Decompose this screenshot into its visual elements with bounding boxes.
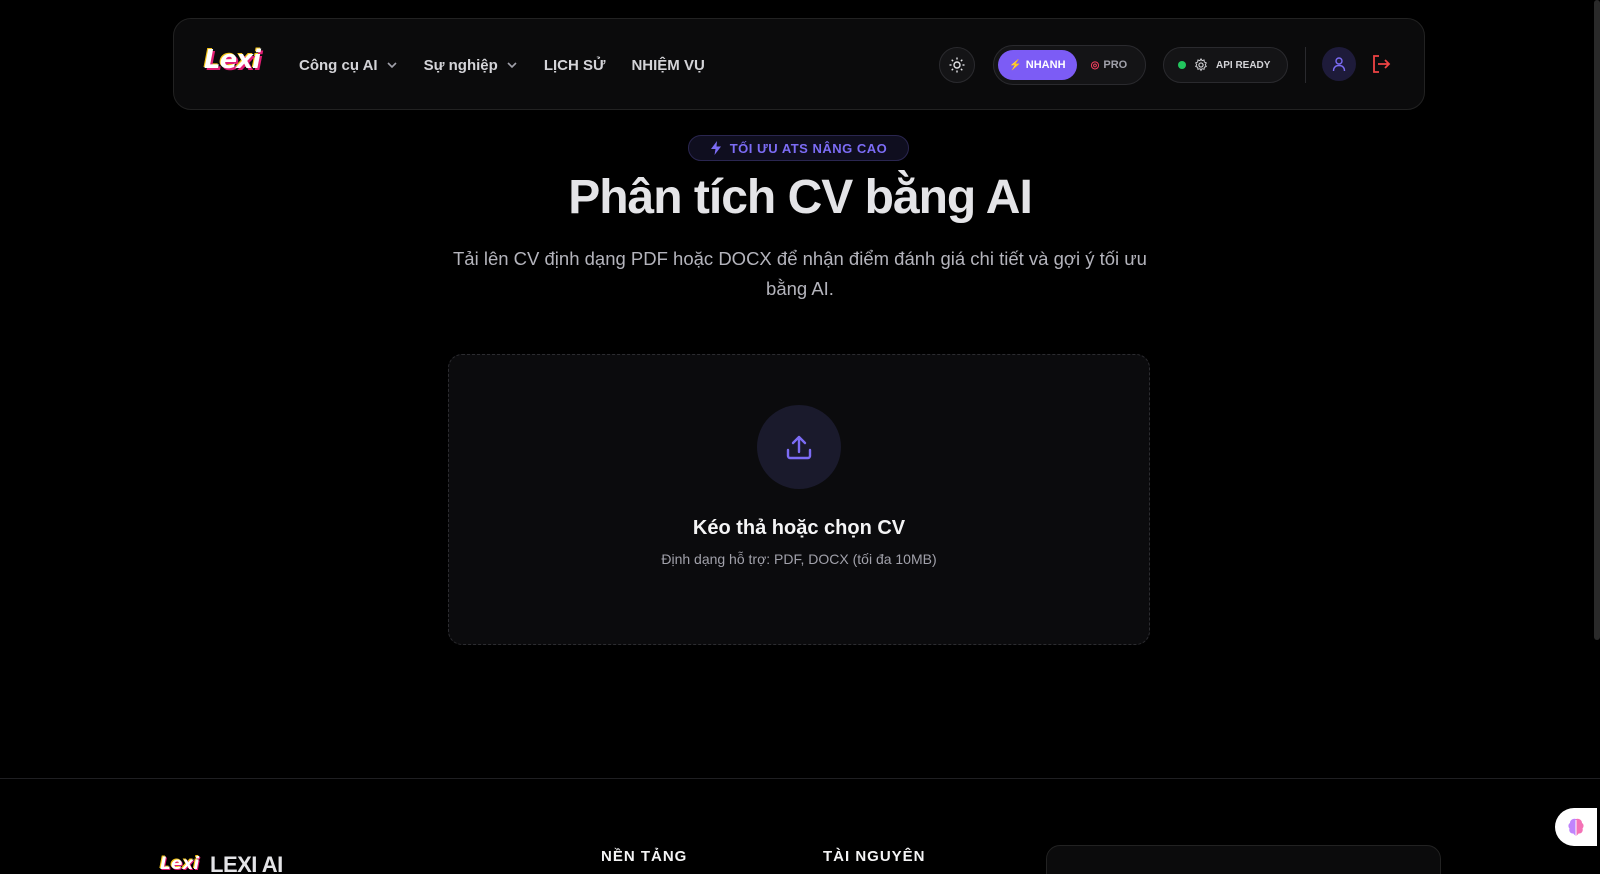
- ats-badge: TỐI ƯU ATS NÂNG CAO: [688, 135, 909, 161]
- page-title: Phân tích CV bằng AI: [568, 171, 1033, 224]
- ats-badge-label: TỐI ƯU ATS NÂNG CAO: [729, 140, 888, 156]
- status-dot: [1178, 61, 1186, 69]
- nav-career-label: Sự nghiệp: [423, 56, 498, 74]
- nav-divider: [1305, 47, 1306, 83]
- chevron-down-icon: [507, 62, 517, 69]
- footer-heading-resources: TÀI NGUYÊN: [823, 848, 926, 865]
- mode-toggle: ⚡ NHANH ◎ PRO: [993, 45, 1146, 85]
- user-profile-button[interactable]: [1322, 47, 1356, 81]
- upload-icon-wrapper: [757, 405, 841, 489]
- page-subtitle: Tải lên CV định dạng PDF hoặc DOCX để nh…: [453, 248, 1147, 299]
- footer-heading-platform: NỀN TẢNG: [601, 848, 688, 865]
- nav-ai-tools[interactable]: Công cụ AI: [299, 57, 398, 74]
- lightning-icon: [710, 141, 721, 155]
- chevron-down-icon: [387, 62, 397, 69]
- footer-divider: [0, 778, 1600, 779]
- target-icon: ◎: [1090, 59, 1100, 71]
- logout-icon[interactable]: [1370, 53, 1392, 75]
- cv-upload-dropzone[interactable]: Kéo thả hoặc chọn CV Định dạng hỗ trợ: P…: [448, 354, 1150, 645]
- api-status-button[interactable]: API READY: [1163, 47, 1288, 83]
- nav-history[interactable]: LỊCH SỬ: [544, 57, 606, 74]
- nav-ai-tools-label: Công cụ AI: [299, 56, 378, 74]
- dropzone-hint: Định dạng hỗ trợ: PDF, DOCX (tối đa 10MB…: [661, 551, 937, 567]
- footer-brand-name: LEXI AI: [210, 852, 283, 874]
- user-icon: [1332, 57, 1346, 72]
- lexi-logo[interactable]: Lexi: [204, 45, 261, 83]
- nav-career[interactable]: Sự nghiệp: [424, 57, 518, 74]
- lightning-icon: ⚡: [1009, 59, 1022, 71]
- mode-fast-button[interactable]: ⚡ NHANH: [998, 50, 1077, 80]
- sun-icon: [949, 57, 965, 73]
- gear-icon: [1195, 58, 1207, 72]
- nav-history-label: LỊCH SỬ: [543, 56, 606, 74]
- theme-toggle-button[interactable]: [939, 47, 975, 83]
- api-status-label: API READY: [1216, 59, 1271, 71]
- nav-links: Công cụ AI Sự nghiệp LỊCH SỬ NHIỆM VỤ: [299, 19, 705, 111]
- page-scrollbar[interactable]: [1594, 0, 1600, 640]
- mode-pro-label: PRO: [1103, 59, 1128, 71]
- mode-pro-button[interactable]: ◎ PRO: [1077, 50, 1141, 80]
- mode-fast-label: NHANH: [1025, 59, 1066, 71]
- footer-card: [1046, 845, 1441, 874]
- nav-missions[interactable]: NHIỆM VỤ: [631, 57, 704, 74]
- brain-icon: [1568, 818, 1584, 836]
- nav-missions-label: NHIỆM VỤ: [631, 56, 705, 74]
- footer-logo[interactable]: Lexi: [160, 854, 199, 874]
- ai-assistant-button[interactable]: [1555, 808, 1597, 846]
- upload-icon: [786, 435, 812, 460]
- top-navbar: Lexi Công cụ AI Sự nghiệp LỊCH SỬ NHIỆM …: [173, 18, 1425, 110]
- dropzone-title: Kéo thả hoặc chọn CV: [692, 517, 906, 539]
